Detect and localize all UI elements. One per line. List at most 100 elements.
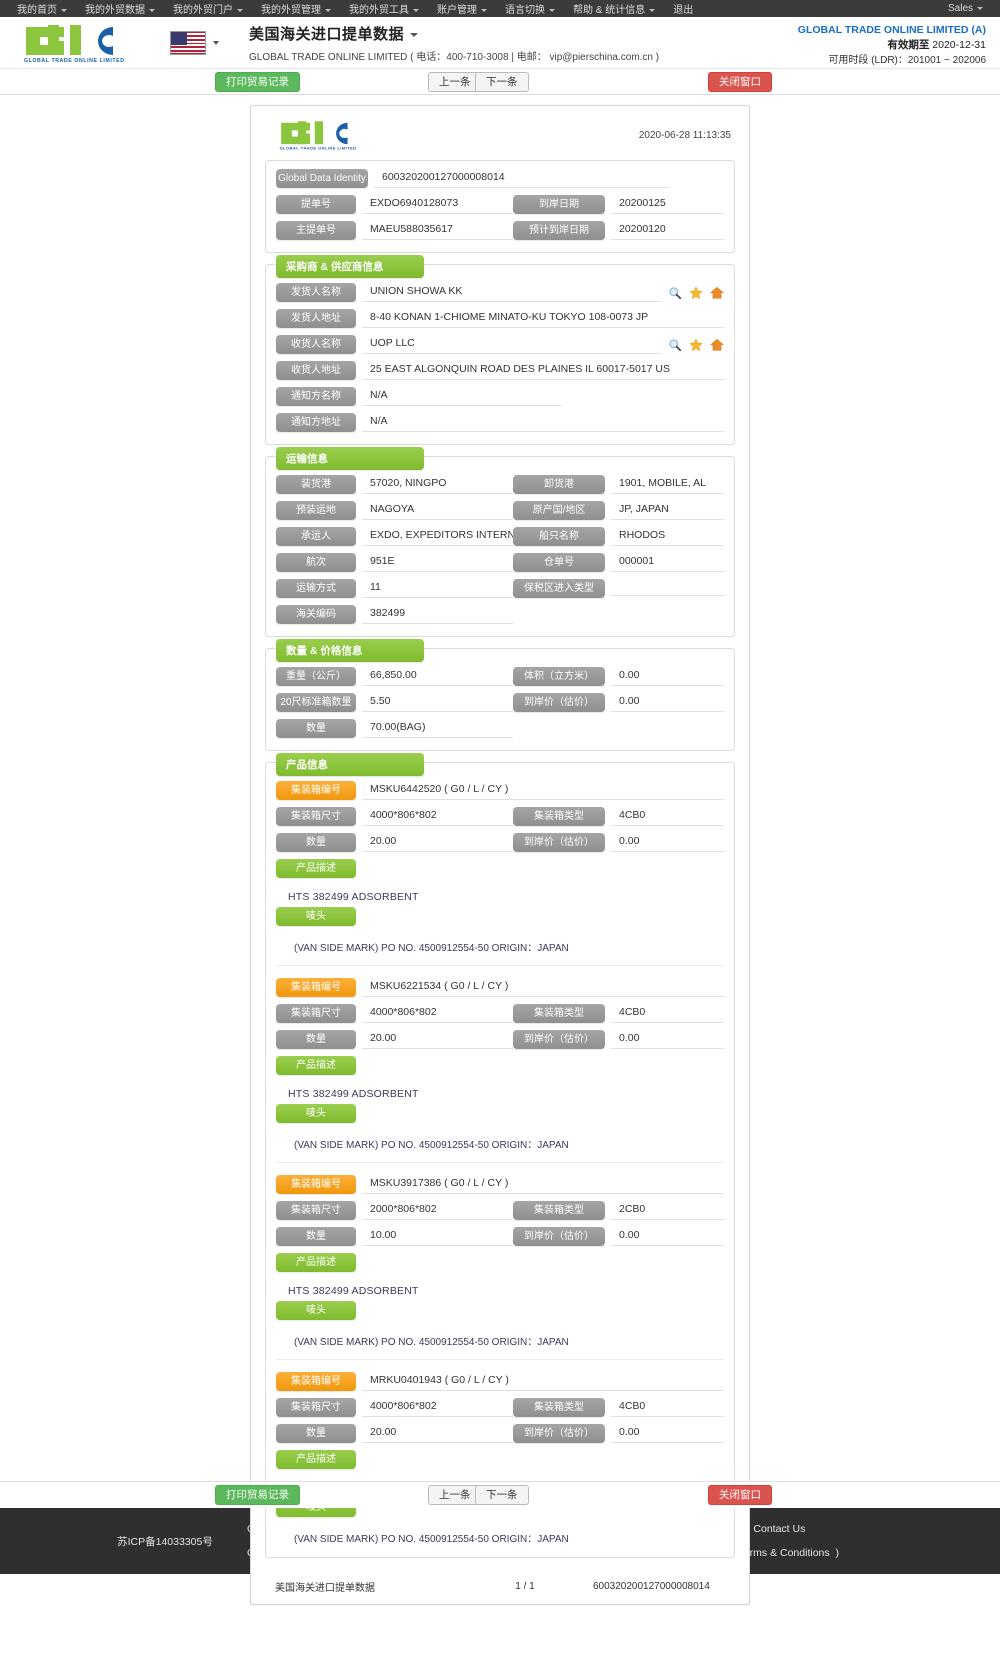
close-window-button-bottom[interactable]: 关闭窗口	[708, 1485, 772, 1505]
transport-panel: 运输信息 装货港 57020, NINGPO 卸货港 1901, MOBILE, A…	[265, 447, 735, 637]
table-row: 通知方名称 N/A	[276, 387, 724, 406]
container-type-value: 4CB0	[611, 807, 724, 826]
identity-value: 600320200127000008014	[374, 169, 669, 188]
home-icon[interactable]	[710, 338, 724, 352]
vessel-name-value: RHODOS	[611, 527, 724, 546]
home-icon[interactable]	[710, 286, 724, 300]
chevron-down-icon[interactable]	[410, 32, 419, 37]
gto-logo-icon: GLOBAL TRADE ONLINE LIMITED	[280, 121, 356, 151]
item-quantity-value: 20.00	[362, 1424, 513, 1443]
chevron-down-icon	[413, 8, 419, 12]
hs-code-label: 海关编码	[276, 605, 356, 624]
nav-item-sales[interactable]: Sales	[939, 3, 992, 14]
mark-label: 唛头	[276, 1104, 356, 1123]
item-cif-value: 0.00	[611, 1424, 724, 1443]
page-header: GLOBAL TRADE ONLINE LIMITED 美国海关进口提单数据 G…	[0, 17, 1000, 69]
list-item: 集装箱编号 MSKU6442520 ( G0 / L / CY ) 集装箱尺寸 40…	[276, 781, 724, 966]
nav-item-7[interactable]: 帮助 & 统计信息	[564, 1, 664, 16]
footer-link-contact-us[interactable]: Contact Us	[753, 1523, 805, 1535]
identity-row: Global Data Identity 6003202001270000080…	[276, 169, 724, 188]
nav-item-0[interactable]: 我的首页	[8, 1, 76, 16]
chevron-down-icon	[213, 40, 219, 45]
table-row: 装货港 57020, NINGPO 卸货港 1901, MOBILE, AL	[276, 475, 724, 494]
nav-item-2-label: 我的外贸门户	[173, 5, 233, 16]
item-quantity-label: 数量	[276, 1227, 356, 1246]
mark-text: (VAN SIDE MARK) PO NO. 4500912554-50 ORI…	[294, 943, 569, 954]
icp-license: 苏ICP备14033305号	[117, 1535, 213, 1548]
close-window-button[interactable]: 关闭窗口	[708, 71, 772, 92]
master-bill-no-value: MAEU588035617	[362, 221, 513, 240]
table-row: 数量 70.00(BAG)	[276, 719, 724, 738]
page-title: 美国海关进口提单数据	[249, 23, 659, 44]
nav-item-1-label: 我的外贸数据	[85, 5, 145, 16]
container-no-label: 集装箱编号	[276, 978, 356, 997]
pre-carriage-label: 预装运地	[276, 501, 356, 520]
next-record-button[interactable]: 下一条	[475, 71, 529, 92]
manifest-no-value: 000001	[611, 553, 724, 572]
nav-item-logout[interactable]: 退出	[664, 1, 702, 16]
print-trade-record-button-bottom[interactable]: 打印贸易记录	[215, 1485, 300, 1505]
shipper-name-value: UNION SHOWA KK	[362, 283, 662, 302]
shipper-address-label: 发货人地址	[276, 309, 356, 328]
chevron-down-icon	[325, 8, 331, 12]
page-subtitle: GLOBAL TRADE ONLINE LIMITED ( 电话：400-710…	[249, 51, 660, 63]
table-row: 承运人 EXDO, EXPEDITORS INTERNATIONI 船只名称 RHO…	[276, 527, 724, 546]
list-item: 集装箱编号 MRKU0401943 ( G0 / L / CY ) 集装箱尺寸 40…	[276, 1372, 724, 1547]
container-size-label: 集装箱尺寸	[276, 1201, 356, 1220]
notify-party-address-label: 通知方地址	[276, 413, 356, 432]
consignee-name-label: 收货人名称	[276, 335, 356, 354]
gto-logo[interactable]: GLOBAL TRADE ONLINE LIMITED	[18, 21, 128, 65]
container-size-value: 4000*806*802	[362, 1398, 513, 1417]
product-description-label: 产品描述	[276, 859, 356, 878]
nav-item-6-label: 语言切换	[505, 5, 545, 16]
container-size-label: 集装箱尺寸	[276, 807, 356, 826]
document-stage: GLOBAL TRADE ONLINE LIMITED 2020-06-28 1…	[0, 95, 1000, 1605]
origin-country-label: 原产国/地区	[513, 501, 605, 520]
previous-record-button-bottom[interactable]: 上一条	[428, 1485, 482, 1505]
search-icon[interactable]	[668, 286, 682, 300]
container-no-value: MRKU0401943 ( G0 / L / CY )	[362, 1372, 724, 1391]
star-icon[interactable]	[689, 337, 703, 352]
transport-mode-value: 11	[362, 579, 513, 598]
quantity-value: 70.00(BAG)	[362, 719, 513, 738]
item-cif-value: 0.00	[611, 833, 724, 852]
nav-item-3[interactable]: 我的外贸管理	[252, 1, 340, 16]
nav-item-6[interactable]: 语言切换	[496, 1, 564, 16]
bonded-entry-type-value	[611, 581, 724, 596]
container-type-value: 4CB0	[611, 1398, 724, 1417]
star-icon[interactable]	[689, 285, 703, 300]
next-record-button-bottom[interactable]: 下一条	[475, 1485, 529, 1505]
voyage-label: 航次	[276, 553, 356, 572]
consignee-name-value: UOP LLC	[362, 335, 662, 354]
footer-link-terms[interactable]: Terms & Conditions	[739, 1547, 830, 1559]
gto-logo-icon: GLOBAL TRADE ONLINE LIMITED	[24, 24, 124, 64]
nav-item-1[interactable]: 我的外贸数据	[76, 1, 164, 16]
teu-label: 20尺标准箱数量	[276, 693, 356, 712]
top-toolbar: 打印贸易记录 上一条 下一条 关闭窗口	[0, 69, 1000, 95]
list-item: 集装箱编号 MSKU6221534 ( G0 / L / CY ) 集装箱尺寸 40…	[276, 978, 724, 1163]
container-size-value: 4000*806*802	[362, 1004, 513, 1023]
account-ldr: 可用时段 (LDR)：201001 ~ 202006	[828, 55, 986, 66]
mark-text: (VAN SIDE MARK) PO NO. 4500912554-50 ORI…	[294, 1337, 569, 1348]
account-name[interactable]: GLOBAL TRADE ONLINE LIMITED (A)	[798, 23, 986, 38]
nav-item-5-label: 账户管理	[437, 5, 477, 16]
container-type-value: 2CB0	[611, 1201, 724, 1220]
product-description-text: HTS 382499 ADSORBENT	[288, 1285, 419, 1297]
table-row: 通知方地址 N/A	[276, 413, 724, 432]
item-quantity-value: 20.00	[362, 1030, 513, 1049]
nav-item-logout-label: 退出	[673, 5, 694, 16]
container-size-value: 4000*806*802	[362, 807, 513, 826]
item-cif-value: 0.00	[611, 1227, 724, 1246]
nav-item-5[interactable]: 账户管理	[428, 1, 496, 16]
bill-no-label: 提单号	[276, 195, 356, 214]
cif-value: 0.00	[611, 693, 724, 712]
container-size-value: 2000*806*802	[362, 1201, 513, 1220]
search-icon[interactable]	[668, 338, 682, 352]
country-flag-selector[interactable]	[170, 30, 219, 55]
previous-record-button[interactable]: 上一条	[428, 71, 482, 92]
nav-item-4[interactable]: 我的外贸工具	[340, 1, 428, 16]
nav-item-2[interactable]: 我的外贸门户	[164, 1, 252, 16]
carrier-label: 承运人	[276, 527, 356, 546]
print-trade-record-button[interactable]: 打印贸易记录	[215, 71, 300, 92]
quantity-price-panel: 数量 & 价格信息 重量（公斤） 66,850.00 体积（立方米） 0.00 20…	[265, 639, 735, 751]
